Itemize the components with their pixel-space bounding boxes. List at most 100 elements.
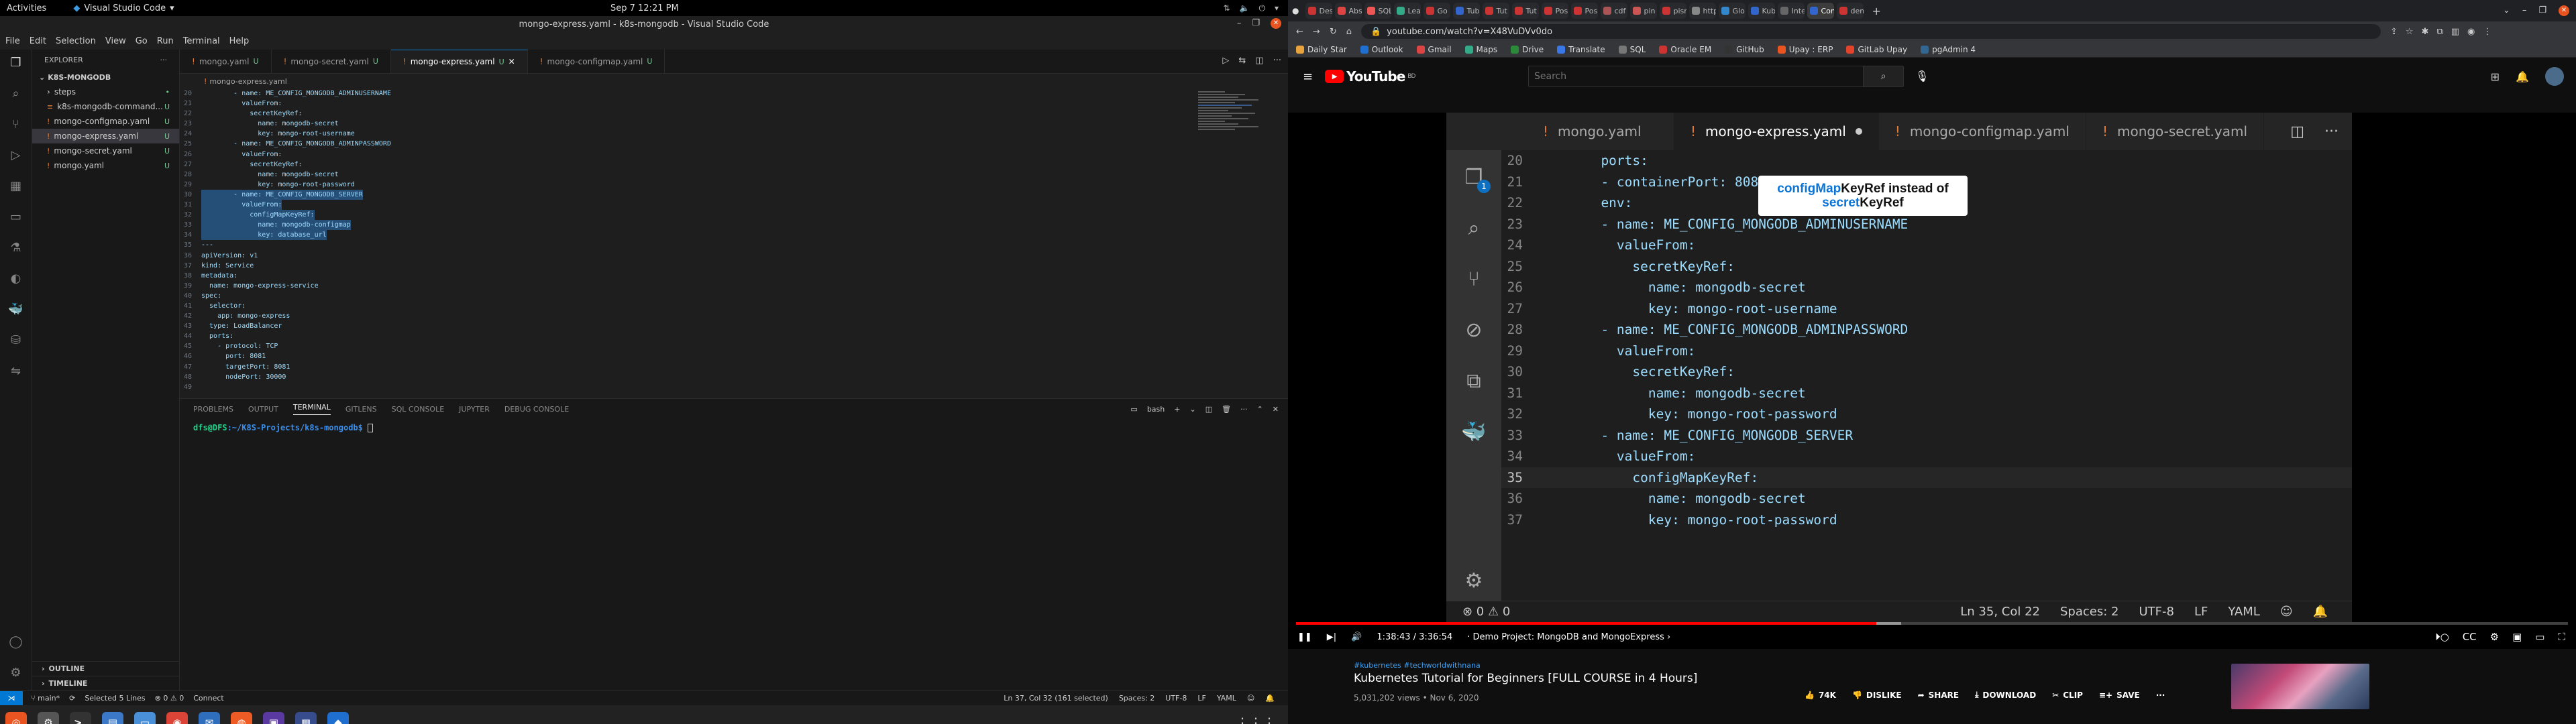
code-line[interactable]: 41 selector: (180, 301, 1288, 311)
notifications-bell-icon[interactable]: 🔔 (2516, 70, 2529, 83)
bookmark[interactable]: Gmail (1416, 45, 1452, 54)
minimize-button[interactable]: – (2522, 5, 2527, 16)
browser-tab[interactable]: http (1689, 3, 1717, 19)
browser-tab[interactable]: Lea (1394, 3, 1421, 19)
app-icon[interactable]: ▦ (295, 712, 317, 724)
code-line[interactable]: 36 apiVersion: v1 (180, 251, 1288, 261)
clip-button[interactable]: ✂ CLIP (2052, 690, 2083, 700)
menu-help[interactable]: Help (229, 36, 250, 46)
browser-tab[interactable]: Abs (1335, 3, 1362, 19)
browser-tab[interactable]: Inte (1778, 3, 1805, 19)
like-button[interactable]: 👍 74K (1805, 690, 1836, 700)
app-menu[interactable]: ◆ Visual Studio Code ▾ (73, 3, 174, 13)
git-graph-icon[interactable]: ⇋ (8, 363, 24, 379)
panel-tab-jupyter[interactable]: JUPYTER (459, 405, 490, 414)
tab-mongo-yaml[interactable]: ! mongo.yaml U (180, 50, 272, 73)
browser-tab[interactable]: pisr (1660, 3, 1687, 19)
settings-icon[interactable]: ⚙ (38, 712, 59, 724)
line-ending[interactable]: LF (1197, 694, 1205, 703)
browser-tab[interactable]: Glo (1719, 3, 1746, 19)
bookmark[interactable]: Oracle EM (1659, 45, 1711, 54)
code-line[interactable]: 46 port: 8081 (180, 351, 1288, 361)
explorer-item-commands[interactable]: ≡ k8s-mongodb-command... U (32, 99, 179, 114)
terminal-shell-label[interactable]: bash (1147, 405, 1165, 414)
menu-view[interactable]: View (105, 36, 126, 46)
database-icon[interactable]: ⛁ (8, 333, 24, 349)
browser-tab[interactable]: cdf (1601, 3, 1628, 19)
code-line[interactable]: 26 valueFrom: (180, 149, 1288, 160)
theater-mode-icon[interactable]: ▭ (2535, 631, 2544, 643)
share-button[interactable]: ➦ SHARE (1918, 690, 1959, 700)
next-icon[interactable]: ▶| (1327, 632, 1336, 642)
code-line[interactable]: 49 (180, 382, 1288, 392)
pause-icon[interactable]: ❚❚ (1297, 632, 1312, 642)
more-actions-icon[interactable]: ··· (1273, 56, 1281, 66)
close-panel-icon[interactable]: ✕ (1273, 405, 1279, 414)
bookmark[interactable]: Daily Star (1296, 45, 1347, 54)
code-line[interactable]: 48 nodePort: 30000 (180, 372, 1288, 382)
code-line[interactable]: 38 metadata: (180, 271, 1288, 281)
hamburger-menu-icon[interactable]: ≡ (1303, 70, 1313, 84)
bookmark-star-icon[interactable]: ☆ (2406, 27, 2414, 37)
postman-icon[interactable]: ◍ (231, 712, 252, 724)
bookmark[interactable]: Drive (1511, 45, 1544, 54)
new-tab-icon[interactable]: + (1872, 5, 1880, 17)
bookmark[interactable]: GitHub (1725, 45, 1764, 54)
menu-file[interactable]: File (5, 36, 20, 46)
connect-status[interactable]: Connect (193, 694, 223, 703)
code-line[interactable]: 24 key: mongo-root-username (180, 129, 1288, 139)
minimap[interactable] (1198, 90, 1279, 224)
menu-icon[interactable]: ⋮ (2483, 27, 2491, 37)
more-actions-icon[interactable]: ··· (1240, 405, 1248, 414)
chapter-title[interactable]: · Demo Project: MongoDB and MongoExpress… (1467, 632, 1670, 642)
avatar[interactable] (2545, 67, 2564, 86)
manage-gear-icon[interactable]: ⚙ (8, 665, 24, 681)
activities-button[interactable]: Activities (7, 3, 46, 13)
bookmark[interactable]: GitLab Upay (1846, 45, 1907, 54)
trash-icon[interactable]: 🗑 (1222, 405, 1231, 414)
chevron-down-icon[interactable]: ⌄ (1189, 405, 1195, 414)
tab-mongo-express[interactable]: ! mongo-express.yaml U ✕ (390, 50, 528, 73)
extension-icon[interactable]: ✱ (2422, 27, 2429, 37)
sync-icon[interactable]: ⟳ (69, 694, 75, 703)
tab-mongo-secret[interactable]: ! mongo-secret.yaml U (272, 50, 391, 73)
feedback-icon[interactable]: ☺ (1247, 694, 1254, 703)
clock[interactable]: Sep 7 12:21 PM (610, 3, 679, 13)
tab-search-icon[interactable]: ⌄ (2503, 5, 2510, 16)
profile-icon[interactable]: ◉ (2467, 27, 2475, 37)
breadcrumb[interactable]: ! mongo-express.yaml (180, 74, 1288, 88)
explorer-item-mongo-configmap[interactable]: ! mongo-configmap.yaml U (32, 114, 179, 129)
code-line[interactable]: 31 valueFrom: (180, 200, 1288, 210)
download-button[interactable]: ⤓ DOWNLOAD (1975, 690, 2036, 700)
code-line[interactable]: 33 name: mongodb-configmap (180, 220, 1288, 231)
bookmark[interactable]: SQL (1618, 45, 1646, 54)
panel-tab-terminal[interactable]: TERMINAL (292, 403, 331, 415)
menu-go[interactable]: Go (136, 36, 148, 46)
code-line[interactable]: 32 configMapKeyRef: (180, 210, 1288, 221)
code-line[interactable]: 28 name: mongodb-secret (180, 170, 1288, 180)
chrome-icon[interactable]: ◉ (166, 712, 188, 724)
explorer-item-mongo-express[interactable]: ! mongo-express.yaml U (32, 129, 179, 143)
app-icon[interactable]: ▣ (263, 712, 284, 724)
files-icon[interactable]: ▭ (134, 712, 156, 724)
explorer-item-mongo-secret[interactable]: ! mongo-secret.yaml U (32, 143, 179, 158)
compare-icon[interactable]: ⇆ (1238, 56, 1246, 66)
menu-terminal[interactable]: Terminal (183, 36, 220, 46)
panel-tab-output[interactable]: OUTPUT (248, 405, 278, 414)
code-line[interactable]: 44 ports: (180, 331, 1288, 341)
bookmark[interactable]: Translate (1557, 45, 1605, 54)
browser-tab[interactable]: pin (1630, 3, 1658, 19)
minimize-button[interactable]: – (1237, 18, 1242, 29)
code-line[interactable]: 37 kind: Service (180, 261, 1288, 271)
menu-edit[interactable]: Edit (30, 36, 46, 46)
timeline-section[interactable]: › TIMELINE (32, 676, 180, 690)
panel-tab-sql-console[interactable]: SQL CONSOLE (392, 405, 445, 414)
search-input[interactable] (1529, 66, 1863, 86)
terminal[interactable]: dfs@DFS:~/K8S-Projects/k8s-mongodb$ (180, 419, 1288, 436)
code-line[interactable]: 47 targetPort: 8081 (180, 362, 1288, 372)
code-line[interactable]: 25 - name: ME_CONFIG_MONGODB_ADMINPASSWO… (180, 139, 1288, 149)
code-line[interactable]: 43 type: LoadBalancer (180, 321, 1288, 331)
home-icon[interactable]: ⌂ (1346, 27, 1352, 37)
explorer-item-steps[interactable]: › steps • (32, 84, 179, 99)
browser-tab[interactable]: SQL (1364, 3, 1392, 19)
